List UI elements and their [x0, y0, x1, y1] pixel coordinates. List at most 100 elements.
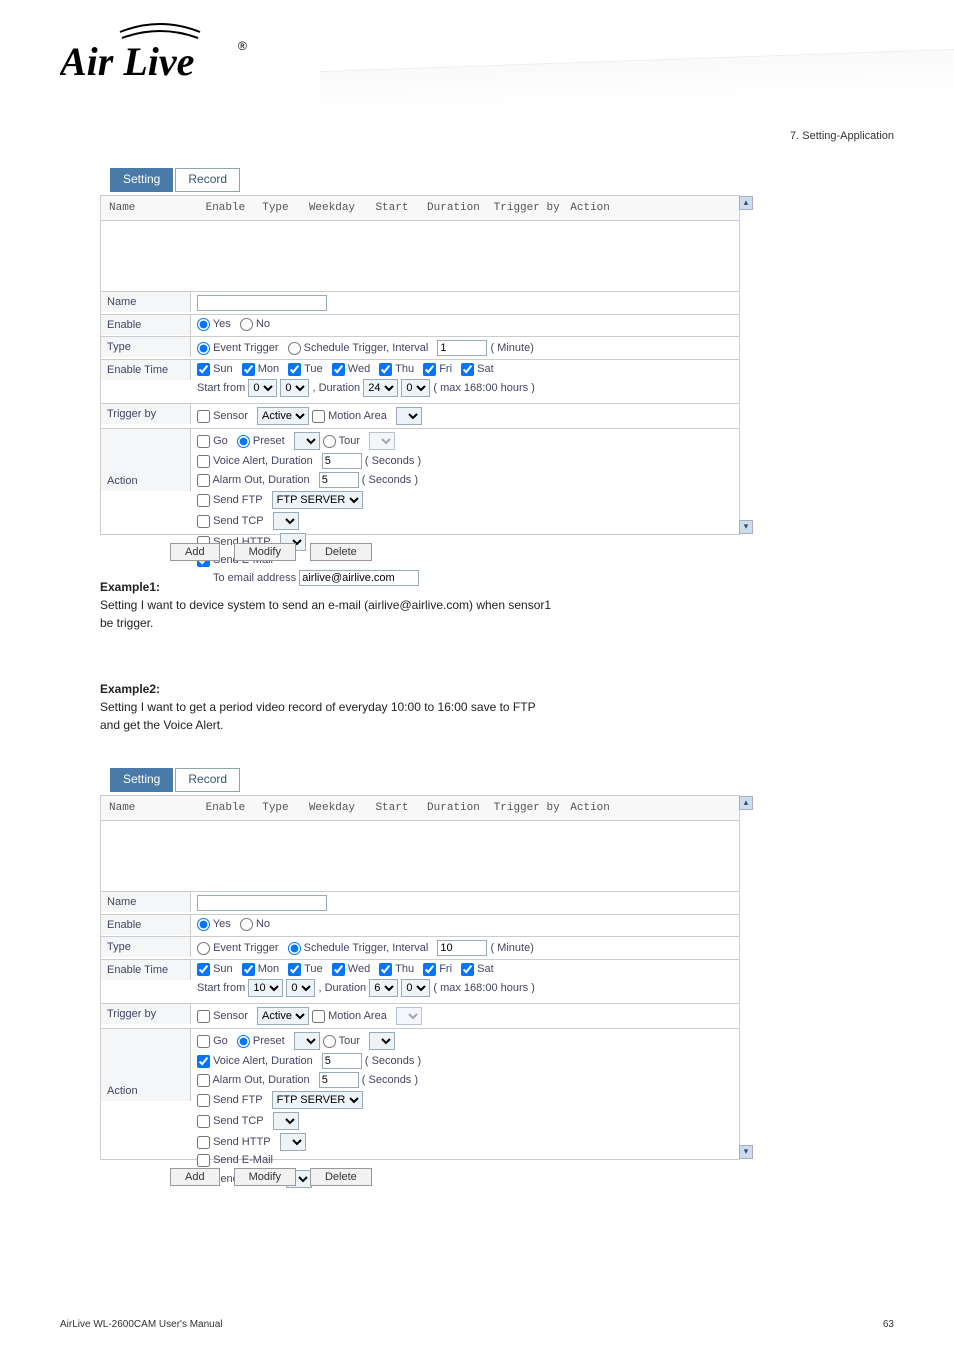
tab-setting[interactable]: Setting: [110, 168, 173, 192]
event-list-2: [101, 821, 739, 891]
sensor-checkbox-2[interactable]: [197, 1010, 210, 1023]
tour-radio[interactable]: [323, 435, 336, 448]
start-min-select[interactable]: 0: [280, 379, 309, 397]
day-sun-checkbox[interactable]: [197, 363, 210, 376]
start-min-select-2[interactable]: 0: [286, 979, 315, 997]
ftp-select[interactable]: FTP SERVER: [272, 491, 363, 509]
day-thu-checkbox[interactable]: [379, 363, 392, 376]
footer-title: AirLive WL-2600CAM User's Manual: [60, 1319, 223, 1330]
button-row-1: Add Modify Delete: [170, 543, 372, 561]
label-type-2: Type: [101, 937, 191, 957]
start-hour-select[interactable]: 0: [248, 379, 277, 397]
enable-no-radio-2[interactable]: [240, 918, 253, 931]
send-ftp-checkbox[interactable]: [197, 494, 210, 507]
event-trigger-radio[interactable]: [197, 342, 210, 355]
schedule-trigger-radio[interactable]: [288, 342, 301, 355]
scroll-up-icon-2[interactable]: ▴: [739, 796, 753, 810]
motion-area-select-2[interactable]: [396, 1007, 422, 1025]
voice-duration-input-2[interactable]: [322, 1053, 362, 1069]
enable-yes-radio-2[interactable]: [197, 918, 210, 931]
tour-radio-2[interactable]: [323, 1035, 336, 1048]
example1-block: Example1: Setting I want to device syste…: [100, 578, 740, 632]
voice-alert-checkbox-2[interactable]: [197, 1055, 210, 1068]
modify-button[interactable]: Modify: [234, 543, 296, 561]
go-checkbox[interactable]: [197, 435, 210, 448]
footer-page-number: 63: [883, 1319, 894, 1330]
modify-button-2[interactable]: Modify: [234, 1168, 296, 1186]
voice-duration-input[interactable]: [322, 453, 362, 469]
dur-min-select[interactable]: 0: [401, 379, 430, 397]
enable-no-radio[interactable]: [240, 318, 253, 331]
day-mon-checkbox-2[interactable]: [242, 963, 255, 976]
http-select-2[interactable]: [280, 1133, 306, 1151]
day-sat-checkbox[interactable]: [461, 363, 474, 376]
dur-hour-select[interactable]: 24: [363, 379, 398, 397]
day-fri-checkbox[interactable]: [423, 363, 436, 376]
preset-select[interactable]: [294, 432, 320, 450]
label-trigger-by-2: Trigger by: [101, 1004, 191, 1024]
day-mon-checkbox[interactable]: [242, 363, 255, 376]
tab-setting-2[interactable]: Setting: [110, 768, 173, 792]
alarm-out-checkbox[interactable]: [197, 474, 210, 487]
day-tue-checkbox-2[interactable]: [288, 963, 301, 976]
dur-min-select-2[interactable]: 0: [401, 979, 430, 997]
dur-hour-select-2[interactable]: 6: [369, 979, 398, 997]
settings-panel-1: ▴ ▾ Name Enable Type Weekday Start Durat…: [100, 195, 740, 535]
send-tcp-checkbox[interactable]: [197, 515, 210, 528]
tcp-select[interactable]: [273, 512, 299, 530]
preset-radio-2[interactable]: [237, 1035, 250, 1048]
tcp-select-2[interactable]: [273, 1112, 299, 1130]
list-header: Name Enable Type Weekday Start Duration …: [101, 196, 739, 221]
label-enable-time: Enable Time: [101, 360, 191, 380]
go-checkbox-2[interactable]: [197, 1035, 210, 1048]
event-trigger-radio-2[interactable]: [197, 942, 210, 955]
day-thu-checkbox-2[interactable]: [379, 963, 392, 976]
day-fri-checkbox-2[interactable]: [423, 963, 436, 976]
day-sun-checkbox-2[interactable]: [197, 963, 210, 976]
preset-select-2[interactable]: [294, 1032, 320, 1050]
schedule-trigger-radio-2[interactable]: [288, 942, 301, 955]
day-sat-checkbox-2[interactable]: [461, 963, 474, 976]
alarm-out-checkbox-2[interactable]: [197, 1074, 210, 1087]
preset-radio[interactable]: [237, 435, 250, 448]
day-wed-checkbox[interactable]: [332, 363, 345, 376]
motion-area-checkbox[interactable]: [312, 410, 325, 423]
interval-input-2[interactable]: [437, 940, 487, 956]
scroll-down-icon-2[interactable]: ▾: [739, 1145, 753, 1159]
alarm-duration-input[interactable]: [319, 472, 359, 488]
motion-area-select[interactable]: [396, 407, 422, 425]
send-ftp-checkbox-2[interactable]: [197, 1094, 210, 1107]
day-wed-checkbox-2[interactable]: [332, 963, 345, 976]
tour-select[interactable]: [369, 432, 395, 450]
example1-title: Example1:: [100, 578, 740, 596]
name-input[interactable]: [197, 295, 327, 311]
send-tcp-checkbox-2[interactable]: [197, 1115, 210, 1128]
day-tue-checkbox[interactable]: [288, 363, 301, 376]
scroll-up-icon[interactable]: ▴: [739, 196, 753, 210]
delete-button-2[interactable]: Delete: [310, 1168, 372, 1186]
ftp-select-2[interactable]: FTP SERVER: [272, 1091, 363, 1109]
interval-input[interactable]: [437, 340, 487, 356]
label-type: Type: [101, 337, 191, 357]
tour-select-2[interactable]: [369, 1032, 395, 1050]
scroll-down-icon[interactable]: ▾: [739, 520, 753, 534]
brand-logo: Air Live ®: [60, 20, 260, 90]
send-email-checkbox-2[interactable]: [197, 1154, 210, 1167]
tab-record-2[interactable]: Record: [175, 768, 240, 792]
alarm-duration-input-2[interactable]: [319, 1072, 359, 1088]
sensor-select-2[interactable]: Active: [257, 1007, 309, 1025]
page-footer: AirLive WL-2600CAM User's Manual 63: [60, 1319, 894, 1330]
add-button-2[interactable]: Add: [170, 1168, 220, 1186]
add-button[interactable]: Add: [170, 543, 220, 561]
sensor-checkbox[interactable]: [197, 410, 210, 423]
enable-yes-radio[interactable]: [197, 318, 210, 331]
start-hour-select-2[interactable]: 10: [248, 979, 283, 997]
send-http-checkbox-2[interactable]: [197, 1136, 210, 1149]
voice-alert-checkbox[interactable]: [197, 455, 210, 468]
delete-button[interactable]: Delete: [310, 543, 372, 561]
name-input-2[interactable]: [197, 895, 327, 911]
tab-record[interactable]: Record: [175, 168, 240, 192]
sensor-select[interactable]: Active: [257, 407, 309, 425]
label-trigger-by: Trigger by: [101, 404, 191, 424]
motion-area-checkbox-2[interactable]: [312, 1010, 325, 1023]
